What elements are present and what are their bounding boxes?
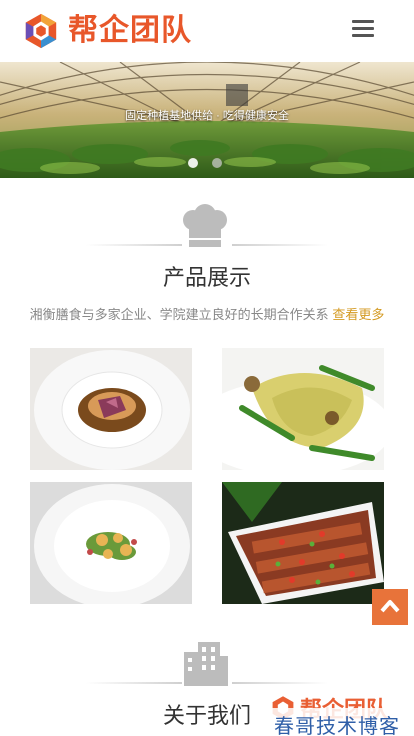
dish-image-4	[222, 482, 384, 604]
hero-banner[interactable]: 固定种植基地供给 · 吃得健康安全	[0, 62, 414, 178]
divider-left	[86, 244, 182, 246]
logo-text: 帮企团队	[68, 13, 192, 48]
building-icon	[184, 642, 228, 686]
banner-caption: 固定种植基地供给 · 吃得健康安全	[125, 110, 289, 122]
hexagon-logo-icon	[25, 13, 57, 49]
dish-image-1	[30, 348, 192, 470]
product-card-4[interactable]	[222, 482, 384, 604]
site-logo[interactable]: 帮企团队	[22, 12, 192, 50]
dish-image-2	[222, 348, 384, 470]
slider-dot-1[interactable]	[188, 158, 198, 168]
slider-dots	[188, 158, 222, 168]
divider-right	[232, 682, 328, 684]
product-card-2[interactable]	[222, 348, 384, 470]
divider-left	[86, 682, 182, 684]
dish-image-3	[30, 482, 192, 604]
hamburger-menu-icon[interactable]	[352, 20, 374, 40]
view-more-link[interactable]: 查看更多	[332, 307, 384, 322]
divider-right	[232, 244, 328, 246]
watermark-text: 春哥技术博客	[274, 714, 400, 736]
site-header: 帮企团队	[0, 0, 414, 62]
product-card-1[interactable]	[30, 348, 192, 470]
back-to-top-button[interactable]	[372, 589, 408, 625]
products-description-text: 湘衡膳食与多家企业、学院建立良好的长期合作关系	[29, 307, 329, 322]
slider-dot-2[interactable]	[212, 158, 222, 168]
products-description: 湘衡膳食与多家企业、学院建立良好的长期合作关系 查看更多	[0, 304, 414, 323]
watermark-banner: 春哥技术博客	[270, 708, 414, 736]
product-card-3[interactable]	[30, 482, 192, 604]
chef-hat-icon	[183, 204, 227, 247]
products-heading: 产品展示	[0, 204, 414, 292]
products-title: 产品展示	[162, 265, 251, 290]
chevron-up-icon	[380, 600, 400, 613]
